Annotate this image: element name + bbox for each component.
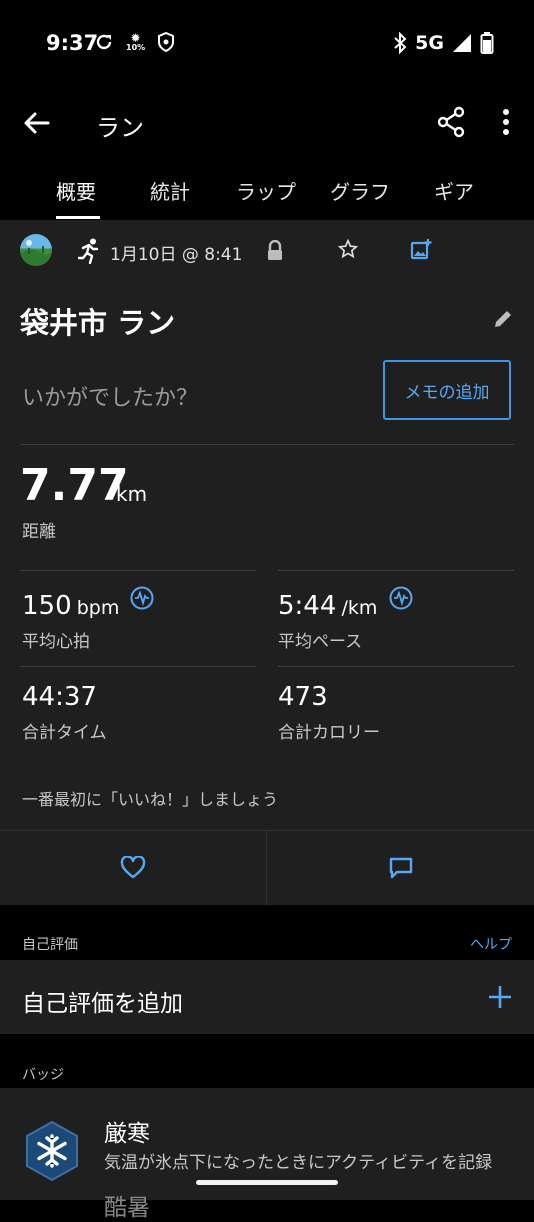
star-icon[interactable] <box>338 239 358 259</box>
add-photo-icon[interactable] <box>410 238 432 260</box>
status-time: 9:37 <box>46 31 99 55</box>
how-was-it-prompt: いかがでしたか？ <box>22 386 199 411</box>
divider <box>20 444 514 445</box>
status-icons-right: 5G <box>393 32 494 54</box>
battery-icon <box>480 32 494 54</box>
help-link[interactable]: ヘルプ <box>470 934 512 954</box>
sync-icon <box>96 34 112 50</box>
status-icons-left: ✹ 10% <box>94 32 175 52</box>
like-button[interactable] <box>0 831 266 905</box>
heart-icon <box>120 856 146 879</box>
back-button[interactable] <box>22 108 52 138</box>
plus-icon[interactable] <box>488 985 512 1009</box>
more-options-button[interactable] <box>496 106 516 138</box>
app-bar: ラン <box>0 88 534 160</box>
running-icon <box>78 238 99 264</box>
landscape-avatar-image <box>20 240 52 266</box>
stat-value: 473 <box>278 682 328 712</box>
social-actions-bar <box>0 830 534 905</box>
badge-title: 厳寒 <box>104 1121 150 1147</box>
signal-icon <box>453 34 471 52</box>
total-calories-stat: 473 合計カロリー <box>278 682 380 743</box>
comment-button[interactable] <box>267 831 534 905</box>
pace-chart-icon[interactable] <box>389 586 413 610</box>
activity-title: 袋井市 ラン <box>20 306 176 340</box>
share-icon <box>437 106 465 138</box>
tab-laps[interactable]: ラップ <box>236 176 296 205</box>
distance-value: 7.77 <box>20 460 129 511</box>
avg-heart-rate-stat: 150 bpm 平均心拍 <box>22 586 154 652</box>
indicator-percent: 10% <box>126 43 146 52</box>
divider <box>20 570 256 571</box>
comment-icon <box>389 857 412 879</box>
activity-date-time: 1月10日 @ 8:41 <box>110 245 243 265</box>
sun-indicator-icon: ✹ 10% <box>126 31 146 52</box>
avg-pace-stat: 5:44 /km 平均ペース <box>278 586 413 652</box>
stat-value: 44:37 <box>22 682 97 712</box>
active-tab-indicator <box>56 216 100 219</box>
stat-label: 平均心拍 <box>22 632 90 652</box>
shield-icon <box>158 32 175 52</box>
badge-description: 気温が氷点下になったときにアクティビティを記録 <box>104 1153 493 1173</box>
page-title: ラン <box>96 114 144 142</box>
stat-label: 平均ペース <box>278 632 363 652</box>
more-vert-icon <box>503 109 509 135</box>
avatar[interactable] <box>20 234 52 266</box>
add-self-eval-label: 自己評価を追加 <box>22 991 183 1017</box>
activity-meta-row: 1月10日 @ 8:41 <box>0 232 534 272</box>
tab-gear[interactable]: ギア <box>434 176 474 205</box>
tab-bar: 概要 統計 ラップ グラフ ギア <box>0 160 534 220</box>
share-button[interactable] <box>436 106 466 138</box>
lock-icon[interactable] <box>266 240 284 262</box>
activity-summary-card: 1月10日 @ 8:41 袋井市 ラン いかがでしたか？ メモの追加 7.77 … <box>0 220 534 830</box>
first-like-prompt: 一番最初に「いいね！」しましょう <box>22 790 279 809</box>
stat-value: 5:44 <box>278 591 337 621</box>
distance-unit: km <box>116 482 148 506</box>
tab-stats[interactable]: 統計 <box>150 176 190 205</box>
tab-graphs[interactable]: グラフ <box>330 176 390 205</box>
divider <box>278 666 514 667</box>
status-bar: 9:37 ✹ 10% 5G <box>0 0 534 88</box>
self-eval-section-label: 自己評価 <box>22 937 78 953</box>
distance-label: 距離 <box>22 522 56 542</box>
tab-overview[interactable]: 概要 <box>56 176 96 205</box>
snowflake-badge-icon <box>26 1120 78 1182</box>
bluetooth-icon <box>394 32 407 54</box>
heart-rate-chart-icon[interactable] <box>130 586 154 610</box>
add-self-eval-row[interactable]: 自己評価を追加 <box>0 960 534 1034</box>
stat-label: 合計タイム <box>22 723 107 743</box>
pencil-edit-icon[interactable] <box>492 308 514 330</box>
divider <box>20 666 256 667</box>
stat-value: 150 <box>22 591 72 621</box>
stat-label: 合計カロリー <box>278 723 380 743</box>
arrow-left-icon <box>24 112 50 134</box>
network-type: 5G <box>415 32 444 54</box>
badges-section-label: バッジ <box>22 1067 64 1083</box>
home-gesture-bar[interactable] <box>196 1180 338 1185</box>
add-memo-button[interactable]: メモの追加 <box>383 360 511 420</box>
stat-unit: /km <box>341 597 378 619</box>
divider <box>278 570 514 571</box>
stat-unit: bpm <box>76 597 120 619</box>
next-badge-title: 酷暑 <box>104 1195 150 1221</box>
total-time-stat: 44:37 合計タイム <box>22 682 107 743</box>
